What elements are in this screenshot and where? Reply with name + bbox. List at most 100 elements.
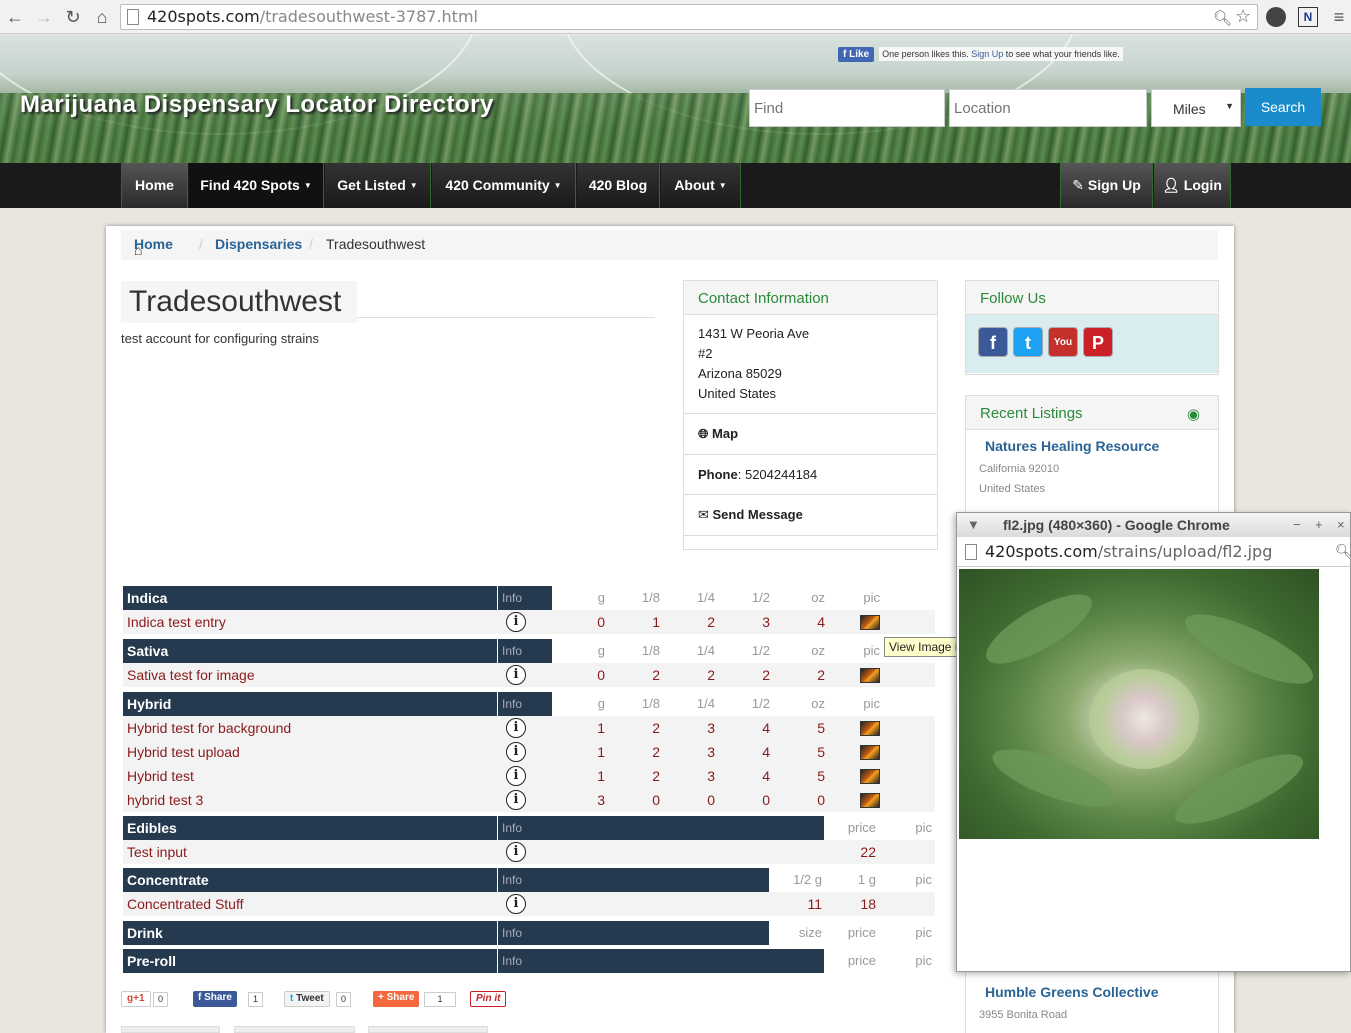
strain-price: 2 — [652, 744, 660, 760]
strain-image-icon[interactable] — [860, 793, 880, 808]
info-icon[interactable]: i — [506, 718, 526, 738]
strain-price: 0 — [762, 792, 770, 808]
info-icon[interactable]: i — [506, 612, 526, 632]
extension-icon[interactable] — [1266, 7, 1286, 27]
strain-image-icon[interactable] — [860, 668, 880, 683]
strain-name-link[interactable]: Hybrid test upload — [123, 740, 493, 764]
info-icon[interactable]: i — [506, 842, 526, 862]
rss-icon[interactable]: ◉ — [1187, 405, 1200, 423]
strain-name-link[interactable]: Indica test entry — [123, 610, 493, 634]
facebook-share-count: 1 — [248, 992, 264, 1007]
weight-column-header: pic — [863, 590, 880, 605]
send-message-link[interactable]: ✉ Send Message — [684, 495, 937, 536]
strain-image-icon[interactable] — [860, 769, 880, 784]
strain-image-icon[interactable] — [860, 615, 880, 630]
recent-listing-address: 3955 Bonita Road — [979, 1009, 1068, 1021]
pin-it-button[interactable]: Pin it — [470, 991, 507, 1007]
home-icon[interactable]: ⌂ — [91, 6, 113, 28]
info-icon[interactable]: i — [506, 766, 526, 786]
strain-name-link[interactable]: Hybrid test for background — [123, 716, 493, 740]
google-plus-button[interactable]: g+1 — [121, 991, 151, 1007]
strain-name-link[interactable]: hybrid test 3 — [123, 788, 493, 812]
info-icon[interactable]: i — [506, 742, 526, 762]
strain-image-icon[interactable] — [860, 721, 880, 736]
address-line: 1431 W Peoria Ave — [698, 326, 810, 341]
window-menu-icon[interactable]: ▼ — [967, 513, 980, 537]
info-icon[interactable]: i — [506, 790, 526, 810]
reload-icon[interactable]: ↻ — [62, 6, 84, 28]
recent-listing-name[interactable]: Natures Healing Resource — [985, 438, 1159, 454]
pinterest-icon[interactable]: P — [1083, 327, 1113, 357]
fb-like-button[interactable]: f Like — [838, 46, 875, 62]
strain-price: 1 — [597, 744, 605, 760]
facebook-share-button[interactable]: f Share — [193, 991, 237, 1007]
tweet-button[interactable]: t Tweet — [284, 991, 330, 1007]
nav-420-community[interactable]: 420 Community ▼ — [432, 163, 576, 208]
distance-unit-select[interactable]: Miles ▼ — [1151, 89, 1241, 127]
info-column-header: Info — [497, 868, 769, 892]
nav-login[interactable]: 👤︎ Login — [1154, 163, 1231, 208]
bottom-tab[interactable] — [121, 1026, 220, 1033]
strain-price: 1 — [652, 614, 660, 630]
nav-find-420-spots[interactable]: Find 420 Spots ▼ — [189, 163, 324, 208]
search-button[interactable]: Search — [1245, 88, 1321, 126]
concentrate-name-link[interactable]: Concentrated Stuff — [123, 892, 493, 916]
zoom-icon[interactable]: 🔍︎ — [1213, 9, 1232, 27]
pic-column-header: pic — [915, 872, 932, 887]
nav-home[interactable]: Home — [121, 163, 188, 208]
youtube-icon[interactable]: You — [1048, 327, 1078, 357]
bottom-tab[interactable] — [234, 1026, 355, 1033]
info-icon[interactable]: i — [506, 894, 526, 914]
breadcrumb-home[interactable]: ⌂ Home — [134, 236, 173, 258]
menu-icon[interactable]: ≡ — [1328, 6, 1350, 28]
fb-like-text: One person likes this. Sign Up to see wh… — [879, 47, 1123, 61]
find-input[interactable] — [749, 89, 945, 127]
strain-price: 4 — [762, 744, 770, 760]
caret-down-icon: ▼ — [718, 181, 727, 190]
nav-420-blog[interactable]: 420 Blog — [577, 163, 660, 208]
bottom-tab[interactable] — [368, 1026, 488, 1033]
addthis-share-button[interactable]: + Share — [373, 991, 420, 1007]
facebook-icon[interactable]: f — [978, 327, 1008, 357]
twitter-icon[interactable]: t — [1013, 327, 1043, 357]
bookmark-star-icon[interactable]: ☆ — [1235, 6, 1251, 27]
maximize-icon[interactable]: + — [1315, 513, 1323, 537]
weight-column-header: 1/8 — [641, 590, 660, 605]
breadcrumb-current: Tradesouthwest — [326, 236, 426, 252]
weight-column-header: g — [597, 590, 605, 605]
info-icon[interactable]: i — [506, 665, 526, 685]
breadcrumb-dispensaries[interactable]: Dispensaries — [215, 236, 302, 252]
contact-heading: Contact Information — [684, 281, 937, 315]
address-bar[interactable]: 420spots.com/tradesouthwest-3787.html 🔍︎… — [120, 4, 1258, 30]
map-link[interactable]: 🌐︎ Map — [684, 414, 937, 455]
strain-name-link[interactable]: Sativa test for image — [123, 663, 493, 687]
popup-address-bar[interactable]: 420spots.com/strains/upload/fl2.jpg 🔍︎ — [957, 537, 1350, 567]
close-icon[interactable]: × — [1337, 513, 1345, 537]
extension-n-icon[interactable]: N — [1298, 7, 1318, 27]
zoom-icon[interactable]: 🔍︎ — [1335, 537, 1350, 567]
strain-name-link[interactable]: Hybrid test — [123, 764, 493, 788]
page-icon — [127, 9, 139, 25]
social-icons: f t You P — [966, 315, 1218, 373]
site-title[interactable]: Marijuana Dispensary Locator Directory — [20, 91, 494, 119]
concentrate-price: 18 — [860, 896, 876, 912]
nav-about[interactable]: About ▼ — [661, 163, 741, 208]
info-column-header: Info — [497, 949, 824, 973]
follow-panel: Follow Us f t You P — [965, 280, 1219, 375]
location-input[interactable] — [949, 89, 1147, 127]
minimize-icon[interactable]: − — [1293, 513, 1301, 537]
strain-image-icon[interactable] — [860, 745, 880, 760]
fb-signup-link[interactable]: Sign Up — [971, 49, 1003, 59]
caret-down-icon: ▼ — [303, 181, 312, 190]
nav-sign-up[interactable]: ✎ Sign Up — [1060, 163, 1153, 208]
recent-listing-name[interactable]: Humble Greens Collective — [985, 984, 1159, 1000]
weight-column-header: 1/2 — [751, 590, 770, 605]
back-icon[interactable]: ← — [4, 6, 26, 28]
edible-name-link[interactable]: Test input — [123, 840, 493, 864]
forward-icon[interactable]: → — [33, 6, 55, 28]
strain-price: 2 — [762, 667, 770, 683]
category-header: Concentrate — [123, 868, 497, 892]
nav-get-listed[interactable]: Get Listed ▼ — [325, 163, 431, 208]
popup-title-bar[interactable]: ▼ fl2.jpg (480×360) - Google Chrome − + … — [957, 513, 1350, 537]
url-text[interactable]: 420spots.com/tradesouthwest-3787.html — [147, 7, 478, 26]
